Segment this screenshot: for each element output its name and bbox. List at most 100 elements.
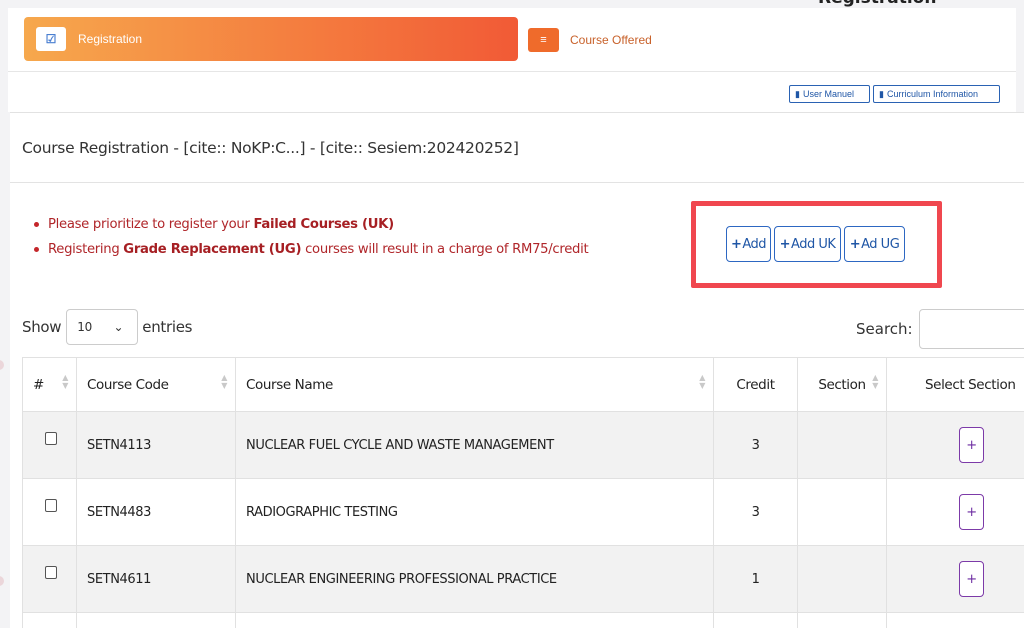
sort-icon: ▲ ▼	[699, 373, 705, 390]
file-icon: ▮	[879, 88, 884, 99]
table-row: SETN4483 RADIOGRAPHIC TESTING 3 +	[22, 478, 1024, 546]
credit-cell	[713, 612, 798, 628]
row-checkbox-cell	[22, 545, 77, 613]
row-checkbox-cell	[22, 411, 77, 479]
notice-item: Registering Grade Replacement (UG) cours…	[34, 237, 589, 262]
registration-wizard: ☑ Registration ≡ Course Offered	[8, 8, 1016, 72]
row-checkbox-cell	[22, 612, 77, 628]
column-header-credit[interactable]: Credit	[713, 357, 798, 412]
curriculum-information-label: Curriculum Information	[886, 89, 978, 99]
header-label: Credit	[736, 376, 775, 393]
curriculum-information-button[interactable]: ▮ Curriculum Information	[873, 85, 1000, 103]
column-header-course-name[interactable]: Course Name ▲ ▼	[235, 357, 714, 412]
column-header-number[interactable]: # ▲ ▼	[22, 357, 77, 412]
add-uk-label: Add UK	[791, 236, 836, 252]
select-section-button[interactable]: +	[959, 494, 984, 530]
row-checkbox-cell	[22, 478, 77, 546]
plus-icon: +	[779, 236, 791, 252]
course-table: # ▲ ▼ Course Code ▲ ▼ Course Name ▲ ▼ Credi…	[22, 357, 1024, 628]
bullet-icon	[34, 222, 39, 227]
clipped-heading: Registration	[818, 0, 936, 8]
course-code-cell	[76, 612, 236, 628]
course-name-cell: NUCLEAR ENGINEERING PROFESSIONAL PRACTIC…	[235, 545, 714, 613]
section-cell	[797, 478, 887, 546]
row-checkbox[interactable]	[45, 565, 57, 579]
header-label: #	[33, 376, 44, 393]
user-manual-label: User Manuel	[802, 89, 854, 99]
chevron-down-icon: ⌄	[113, 320, 124, 334]
add-ug-button[interactable]: + Ad UG	[844, 226, 905, 262]
column-header-section[interactable]: Section ▲ ▼	[797, 357, 887, 412]
notice-item: Please prioritize to register your Faile…	[34, 212, 588, 237]
course-code-cell: SETN4611	[76, 545, 236, 613]
notice-list: Please prioritize to register your Faile…	[34, 212, 589, 262]
plus-icon: +	[966, 571, 977, 587]
check-square-icon: ☑	[36, 27, 66, 51]
sort-icon: ▲ ▼	[872, 373, 878, 390]
add-label: Add	[742, 236, 767, 252]
column-header-select-section: Select Section	[886, 357, 1024, 412]
course-name-cell: RADIOGRAPHIC TESTING	[235, 478, 714, 546]
notice-text: Please prioritize to register your	[48, 217, 250, 232]
header-label: Course Name	[246, 376, 333, 393]
course-code-cell: SETN4483	[76, 478, 236, 546]
select-section-button[interactable]: +	[959, 561, 984, 597]
course-name-cell	[235, 612, 714, 628]
add-ug-label: Ad UG	[861, 236, 900, 252]
header-label: Section	[818, 376, 866, 393]
add-uk-button[interactable]: + Add UK	[774, 226, 841, 262]
course-registration-card: Course Registration - [cite:: NoKP:C...]…	[10, 112, 1024, 628]
entries-select[interactable]: 10 ⌄	[66, 309, 139, 345]
user-manual-button[interactable]: ▮ User Manuel	[789, 85, 870, 103]
notice-text: Registering	[48, 242, 120, 257]
plus-icon: +	[966, 437, 977, 453]
select-section-cell	[886, 612, 1024, 628]
sort-icon: ▲ ▼	[62, 373, 68, 390]
row-checkbox[interactable]	[45, 498, 57, 512]
table-row: SETN4611 NUCLEAR ENGINEERING PROFESSIONA…	[22, 545, 1024, 613]
entries-value: 10	[77, 320, 92, 334]
header-label: Course Code	[87, 376, 169, 393]
step-registration[interactable]: ☑ Registration	[24, 17, 518, 61]
plus-icon: +	[849, 236, 861, 252]
notice-text-tail: courses will result in a charge of RM75/…	[305, 242, 589, 257]
select-section-cell: +	[886, 411, 1024, 479]
document-links-bar: ▮ User Manuel ▮ Curriculum Information	[8, 72, 1016, 112]
search-control: Search:	[856, 309, 1024, 349]
table-row: SETN4113 NUCLEAR FUEL CYCLE AND WASTE MA…	[22, 411, 1024, 479]
plus-icon: +	[730, 236, 742, 252]
credit-cell: 3	[713, 478, 798, 546]
plus-icon: +	[966, 504, 977, 520]
list-icon: ≡	[528, 28, 559, 52]
step-course-offered-label: Course Offered	[570, 33, 652, 47]
step-registration-label: Registration	[78, 32, 143, 46]
page-title: Course Registration - [cite:: NoKP:C...]…	[10, 113, 1024, 183]
select-section-cell: +	[886, 478, 1024, 546]
notice-emphasis: Grade Replacement (UG)	[123, 242, 302, 257]
select-section-button[interactable]: +	[959, 427, 984, 463]
column-header-course-code[interactable]: Course Code ▲ ▼	[76, 357, 236, 412]
row-checkbox[interactable]	[45, 431, 57, 445]
bullet-icon	[34, 247, 39, 252]
section-cell	[797, 545, 887, 613]
show-label: Show	[22, 318, 62, 336]
section-cell	[797, 411, 887, 479]
add-button[interactable]: + Add	[726, 226, 771, 262]
course-name-cell: NUCLEAR FUEL CYCLE AND WASTE MANAGEMENT	[235, 411, 714, 479]
search-label: Search:	[856, 320, 913, 338]
step-course-offered[interactable]: ≡ Course Offered	[528, 28, 652, 52]
select-section-cell: +	[886, 545, 1024, 613]
decorative-dot	[0, 360, 4, 370]
sort-icon: ▲ ▼	[221, 373, 227, 390]
credit-cell: 3	[713, 411, 798, 479]
file-icon: ▮	[795, 88, 800, 99]
course-code-cell: SETN4113	[76, 411, 236, 479]
table-row	[22, 612, 1024, 628]
decorative-dot	[0, 576, 4, 586]
credit-cell: 1	[713, 545, 798, 613]
entries-control: Show 10 ⌄ entries	[22, 309, 192, 345]
notice-emphasis: Failed Courses (UK)	[253, 217, 395, 232]
header-label: Select Section	[925, 376, 1016, 393]
search-input[interactable]	[918, 309, 1024, 349]
section-cell	[797, 612, 887, 628]
